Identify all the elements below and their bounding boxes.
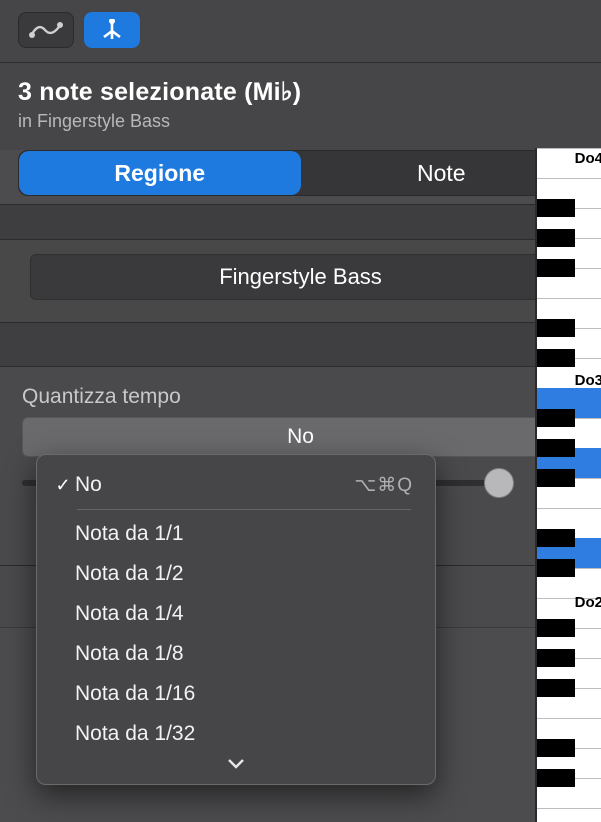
piano-black-key[interactable] <box>537 649 575 667</box>
quantize-menu: ✓ No ⌥⌘Q Nota da 1/1 Nota da 1/2 Nota da… <box>36 454 436 785</box>
inspector-header: 3 note selezionate (Mi♭) in Fingerstyle … <box>0 63 601 150</box>
quantize-label: Quantizza tempo <box>22 385 579 409</box>
menu-item-label: No <box>75 473 354 497</box>
octave-label: Do2 <box>575 594 601 611</box>
menu-more[interactable] <box>43 754 429 780</box>
tab-region[interactable]: Regione <box>19 151 301 195</box>
piano-black-key[interactable] <box>537 439 575 457</box>
menu-item-no[interactable]: ✓ No ⌥⌘Q <box>43 465 429 505</box>
piano-black-key[interactable] <box>537 529 575 547</box>
piano-black-key[interactable] <box>537 319 575 337</box>
catch-playhead-button[interactable] <box>84 12 140 48</box>
check-icon: ✓ <box>51 475 75 496</box>
quantize-value: No <box>287 425 314 449</box>
piano-black-key[interactable] <box>537 199 575 217</box>
piano-black-key[interactable] <box>537 679 575 697</box>
menu-item-1-2[interactable]: Nota da 1/2 <box>43 554 429 594</box>
piano-black-key[interactable] <box>537 739 575 757</box>
piano-rail[interactable]: Do4 Do3 Do2 <box>535 148 601 822</box>
selection-title: 3 note selezionate (Mi♭) <box>18 77 583 107</box>
menu-item-1-8[interactable]: Nota da 1/8 <box>43 634 429 674</box>
menu-item-1-16[interactable]: Nota da 1/16 <box>43 674 429 714</box>
piano-black-key[interactable] <box>537 349 575 367</box>
menu-item-label: Nota da 1/16 <box>75 682 413 706</box>
octave-label: Do4 <box>575 150 601 167</box>
inspector-tabs: Regione Note <box>18 150 583 196</box>
selection-subtitle: in Fingerstyle Bass <box>18 111 583 132</box>
menu-item-label: Nota da 1/4 <box>75 602 413 626</box>
track-name-field[interactable]: Fingerstyle Bass <box>30 254 571 300</box>
automation-curve-icon <box>29 20 63 40</box>
automation-button[interactable] <box>18 12 74 48</box>
piano-black-key[interactable] <box>537 229 575 247</box>
octave-label: Do3 <box>575 372 601 389</box>
menu-item-1-4[interactable]: Nota da 1/4 <box>43 594 429 634</box>
section-divider <box>0 204 601 240</box>
catch-playhead-icon <box>97 19 127 41</box>
toolbar <box>0 0 601 63</box>
menu-item-label: Nota da 1/2 <box>75 562 413 586</box>
menu-item-1-1[interactable]: Nota da 1/1 <box>43 514 429 554</box>
piano-black-key[interactable] <box>537 559 575 577</box>
piano-black-key[interactable] <box>537 409 575 427</box>
menu-item-label: Nota da 1/1 <box>75 522 413 546</box>
menu-item-1-32[interactable]: Nota da 1/32 <box>43 714 429 754</box>
chevron-down-icon <box>227 757 245 769</box>
menu-item-label: Nota da 1/8 <box>75 642 413 666</box>
menu-separator <box>77 509 411 510</box>
piano-black-key[interactable] <box>537 619 575 637</box>
track-name-row: Fingerstyle Bass <box>0 240 601 323</box>
piano-black-key[interactable] <box>537 259 575 277</box>
menu-shortcut: ⌥⌘Q <box>354 474 413 497</box>
piano-white-key[interactable] <box>537 808 601 822</box>
piano-black-key[interactable] <box>537 769 575 787</box>
quantize-popup[interactable]: No <box>22 417 579 457</box>
section-divider <box>0 323 601 367</box>
menu-item-label: Nota da 1/32 <box>75 722 413 746</box>
piano-black-key[interactable] <box>537 469 575 487</box>
